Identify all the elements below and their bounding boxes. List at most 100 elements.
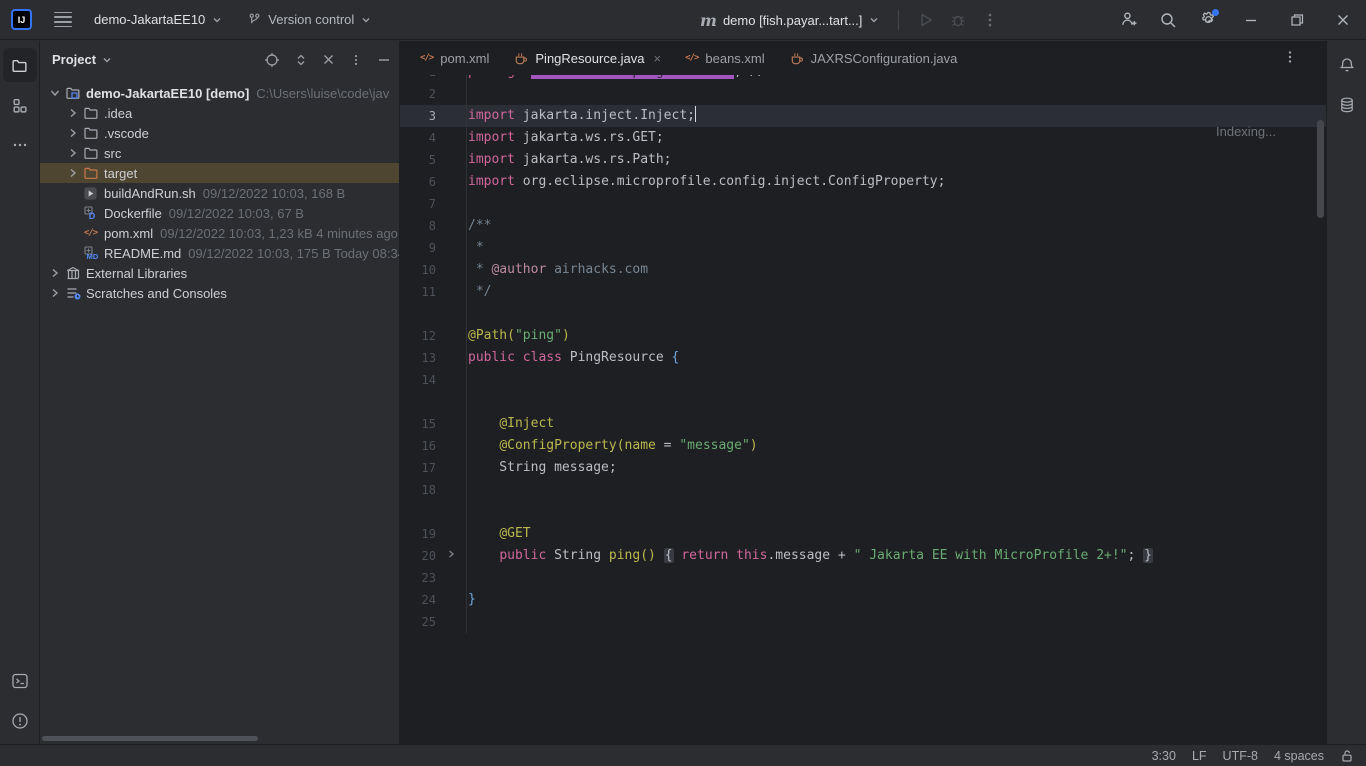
code-text[interactable] [466, 391, 1326, 413]
status-line-separator[interactable]: LF [1192, 749, 1207, 763]
code-text[interactable]: } [466, 589, 1326, 611]
code-line-18[interactable]: 18 [400, 479, 1326, 501]
code-line-3[interactable]: 3import jakarta.inject.Inject; [400, 105, 1326, 127]
tree-item-src[interactable]: src [40, 143, 399, 163]
tab-list-button[interactable] [1282, 49, 1298, 65]
line-number[interactable]: 25 [400, 611, 436, 633]
code-text[interactable]: * @author airhacks.com [466, 259, 1326, 281]
code-line[interactable] [400, 391, 1326, 413]
line-number[interactable]: 2 [400, 83, 436, 105]
intellij-logo-icon[interactable]: IJ [11, 9, 32, 30]
code-line[interactable] [400, 501, 1326, 523]
main-menu-button[interactable] [54, 12, 72, 27]
tree-item-.idea[interactable]: .idea [40, 103, 399, 123]
minimize-button[interactable] [1228, 0, 1274, 40]
line-number[interactable]: 17 [400, 457, 436, 479]
line-number[interactable]: 4 [400, 127, 436, 149]
code-text[interactable]: @Inject [466, 413, 1326, 435]
code-line-16[interactable]: 16 @ConfigProperty(name = "message") [400, 435, 1326, 457]
code-line-4[interactable]: 4 import jakarta.ws.rs.GET; [400, 127, 1326, 149]
code-text[interactable] [466, 369, 1326, 391]
tree-item-readme.md[interactable]: MDREADME.md09/12/2022 10:03, 175 B Today… [40, 243, 399, 263]
line-number[interactable]: 18 [400, 479, 436, 501]
code-line-23[interactable]: 23 [400, 567, 1326, 589]
code-line-13[interactable]: 13 public class PingResource { [400, 347, 1326, 369]
line-number[interactable]: 8 [400, 215, 436, 237]
line-number[interactable]: 13 [400, 347, 436, 369]
line-number[interactable]: 20 [400, 545, 436, 567]
restore-button[interactable] [1274, 0, 1320, 40]
search-everywhere-button[interactable] [1148, 0, 1188, 40]
editor-scrollbar[interactable] [1317, 120, 1324, 218]
debug-button[interactable] [949, 11, 967, 29]
chevron-right-icon[interactable] [64, 125, 82, 141]
code-line-1[interactable]: 1package com.airhacks.ping.resource; // [400, 75, 1326, 83]
code-line-10[interactable]: 10 * @author airhacks.com [400, 259, 1326, 281]
chevron-right-icon[interactable] [46, 285, 64, 301]
readonly-lock-button[interactable] [1340, 749, 1354, 763]
line-number[interactable]: 16 [400, 435, 436, 457]
terminal-tool-window-button[interactable] [3, 664, 37, 698]
chevron-right-icon[interactable] [64, 105, 82, 121]
code-line-6[interactable]: 6 import org.eclipse.microprofile.config.… [400, 171, 1326, 193]
status-caret-position[interactable]: 3:30 [1152, 749, 1176, 763]
code-line-2[interactable]: 2 [400, 83, 1326, 105]
status-indent-style[interactable]: 4 spaces [1274, 749, 1324, 763]
line-number[interactable]: 6 [400, 171, 436, 193]
code-text[interactable]: import jakarta.ws.rs.Path; [466, 149, 1326, 171]
horizontal-scrollbar[interactable] [42, 736, 258, 741]
code-line-17[interactable]: 17 String message; [400, 457, 1326, 479]
code-text[interactable] [466, 567, 1326, 589]
line-number[interactable]: 9 [400, 237, 436, 259]
run-configuration-selector[interactable]: m demo [fish.payar...tart...] [700, 11, 880, 30]
code-line-9[interactable]: 9 * [400, 237, 1326, 259]
code-line-7[interactable]: 7 [400, 193, 1326, 215]
tree-item-pom.xml[interactable]: </>pom.xml09/12/2022 10:03, 1,23 kB 4 mi… [40, 223, 399, 243]
code-text[interactable]: import org.eclipse.microprofile.config.i… [466, 171, 1326, 193]
more-actions-button[interactable] [981, 11, 999, 29]
code-line-25[interactable]: 25 [400, 611, 1326, 633]
line-number[interactable]: 15 [400, 413, 436, 435]
code-text[interactable] [466, 303, 1326, 325]
problems-tool-window-button[interactable] [3, 704, 37, 738]
code-line-19[interactable]: 19 @GET [400, 523, 1326, 545]
line-number[interactable]: 3 [400, 105, 436, 127]
database-tool-window-button[interactable] [1330, 88, 1364, 122]
code-text[interactable] [466, 193, 1326, 215]
code-with-me-button[interactable] [1108, 0, 1148, 40]
fold-arrow-icon[interactable] [436, 545, 466, 567]
tree-item-external-libraries[interactable]: External Libraries [40, 263, 399, 283]
code-line[interactable] [400, 303, 1326, 325]
editor-tab-jaxrsconfiguration.java[interactable]: JAXRSConfiguration.java [777, 41, 970, 75]
code-text[interactable] [466, 501, 1326, 523]
code-text[interactable]: /** [466, 215, 1326, 237]
tree-item-target[interactable]: target [40, 163, 399, 183]
code-text[interactable]: public class PingResource { [466, 347, 1326, 369]
code-viewport[interactable]: 1package com.airhacks.ping.resource; //2… [400, 75, 1326, 744]
line-number[interactable]: 1 [400, 75, 436, 83]
line-number[interactable] [400, 391, 436, 413]
status-file-encoding[interactable]: UTF-8 [1223, 749, 1258, 763]
code-text[interactable]: String message; [466, 457, 1326, 479]
code-text[interactable]: import jakarta.ws.rs.GET; [466, 127, 1326, 149]
code-line-8[interactable]: 8 /** [400, 215, 1326, 237]
line-number[interactable] [400, 501, 436, 523]
settings-button[interactable] [1188, 0, 1228, 40]
code-line-11[interactable]: 11 */ [400, 281, 1326, 303]
tree-item-dockerfile[interactable]: DDockerfile09/12/2022 10:03, 67 B [40, 203, 399, 223]
line-number[interactable]: 10 [400, 259, 436, 281]
tree-item-scratches-and-consoles[interactable]: Scratches and Consoles [40, 283, 399, 303]
more-tool-windows-button[interactable] [3, 128, 37, 162]
expand-collapse-button[interactable] [294, 53, 308, 67]
tree-item-buildandrun.sh[interactable]: buildAndRun.sh09/12/2022 10:03, 168 B [40, 183, 399, 203]
code-text[interactable]: @GET [466, 523, 1326, 545]
line-number[interactable]: 11 [400, 281, 436, 303]
structure-tool-window-button[interactable] [3, 88, 37, 122]
code-line-20[interactable]: 20 public String ping() { return this.me… [400, 545, 1326, 567]
code-text[interactable]: public String ping() { return this.messa… [466, 545, 1326, 567]
line-number[interactable]: 5 [400, 149, 436, 171]
tab-close-icon[interactable]: × [654, 51, 662, 66]
select-opened-file-button[interactable] [264, 52, 280, 68]
code-text[interactable]: * [466, 237, 1326, 259]
code-text[interactable]: @ConfigProperty(name = "message") [466, 435, 1326, 457]
